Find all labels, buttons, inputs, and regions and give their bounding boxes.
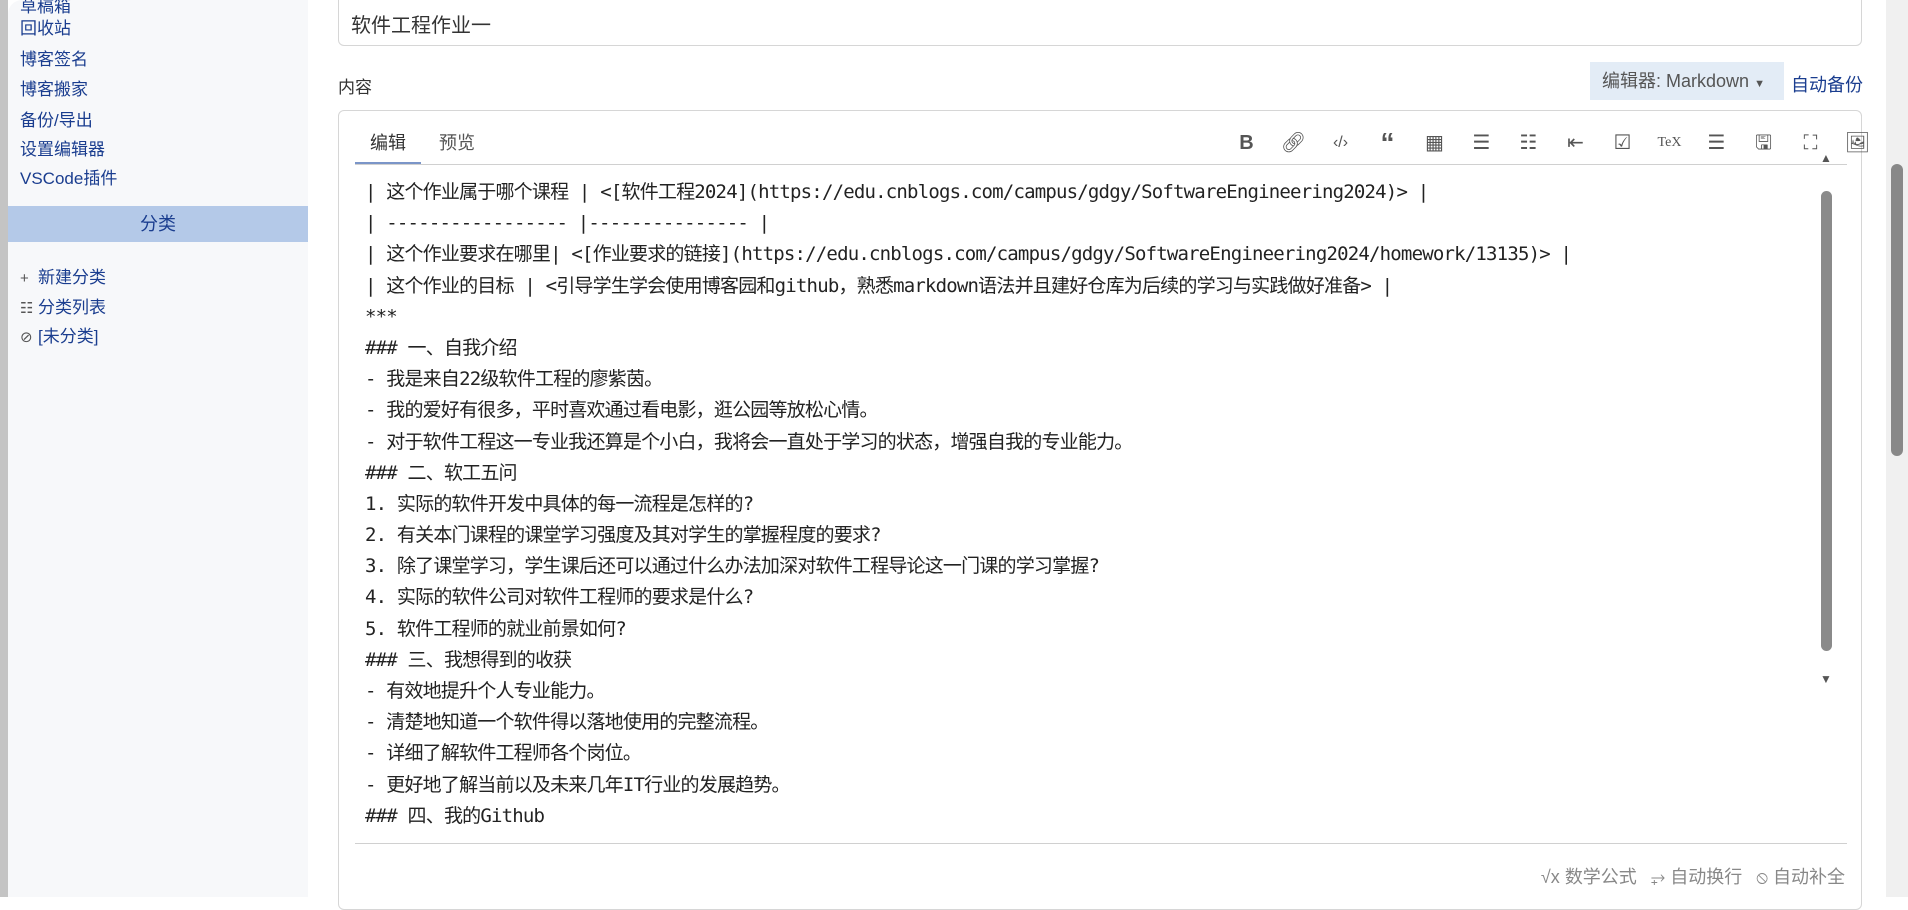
editor-line: | 这个作业要求在哪里| <[作业要求的链接](https://edu.cnbl… bbox=[365, 243, 1572, 266]
ordered-list-icon[interactable]: ☷ bbox=[1505, 129, 1552, 157]
editor-line: 1. 实际的软件开发中具体的每一流程是怎样的? bbox=[365, 492, 754, 515]
editor-line: ### 一、自我介绍 bbox=[365, 336, 518, 359]
editor-scrollbar[interactable]: ▲ ▼ bbox=[1817, 151, 1835, 686]
editor-line: ### 三、我想得到的收获 bbox=[365, 648, 572, 671]
tab-edit[interactable]: 编辑 bbox=[355, 129, 421, 165]
scroll-up-icon[interactable]: ▲ bbox=[1820, 151, 1832, 165]
indent-icon[interactable]: ⇤ bbox=[1552, 129, 1599, 157]
toc-icon[interactable]: ☰ bbox=[1693, 129, 1740, 157]
scrollbar-thumb[interactable] bbox=[1821, 191, 1832, 651]
editor-line: - 我是来自22级软件工程的廖紫茵。 bbox=[365, 368, 663, 391]
link-icon[interactable]: 🔗︎ bbox=[1270, 129, 1317, 157]
editor-line: - 详细了解软件工程师各个岗位。 bbox=[365, 742, 642, 765]
sidebar-item-editor-settings[interactable]: 设置编辑器 bbox=[20, 135, 105, 160]
math-toggle[interactable]: √x 数学公式 bbox=[1541, 863, 1637, 889]
table-icon[interactable]: ▦ bbox=[1411, 129, 1458, 157]
auto-backup-link[interactable]: 自动备份 bbox=[1791, 71, 1863, 97]
uncategorized-link[interactable]: ⊘ [未分类] bbox=[20, 322, 98, 347]
wrap-label: 自动换行 bbox=[1670, 867, 1743, 887]
math-label: 数学公式 bbox=[1564, 867, 1637, 887]
new-category-link[interactable]: + 新建分类 bbox=[20, 263, 106, 288]
sidebar-item-blog-signature[interactable]: 博客签名 bbox=[20, 45, 88, 70]
divider bbox=[355, 164, 1847, 165]
category-list-link[interactable]: ☷ 分类列表 bbox=[20, 293, 106, 318]
editor-line: - 更好地了解当前以及未来几年IT行业的发展趋势。 bbox=[365, 773, 791, 796]
editor-footer: √x 数学公式 ⥅ 自动换行 ⦸ 自动补全 bbox=[1541, 863, 1845, 889]
autocomplete-label: 自动补全 bbox=[1773, 867, 1845, 887]
editor-line: - 有效地提升个人专业能力。 bbox=[365, 680, 605, 702]
content-label: 内容 bbox=[338, 78, 372, 97]
editor-type-select[interactable]: 编辑器: Markdown ▼ bbox=[1590, 62, 1784, 100]
editor-line: - 清楚地知道一个软件得以落地使用的完整流程。 bbox=[365, 711, 769, 734]
page-scrollbar-thumb[interactable] bbox=[1891, 164, 1903, 456]
save-icon[interactable]: 🖫 bbox=[1740, 129, 1787, 157]
category-header: 分类 bbox=[8, 206, 308, 242]
tab-preview[interactable]: 预览 bbox=[439, 129, 475, 155]
uncategorized-label: [未分类] bbox=[38, 327, 99, 346]
sidebar-item-recycle-bin[interactable]: 回收站 bbox=[20, 14, 71, 39]
editor-line: 2. 有关本门课程的课堂学习强度及其对学生的掌握程度的要求? bbox=[365, 524, 882, 547]
autocomplete-off-icon: ⦸ bbox=[1756, 867, 1768, 887]
wrap-toggle[interactable]: ⥅ 自动换行 bbox=[1651, 863, 1742, 889]
editor-line: *** bbox=[365, 305, 398, 328]
divider bbox=[355, 843, 1847, 844]
editor-line: | ----------------- |--------------- | bbox=[365, 212, 770, 235]
editor-line: ### 四、我的Github bbox=[365, 804, 545, 827]
image-icon[interactable]: 🖼︎ bbox=[1834, 129, 1881, 157]
sidebar-item-backup-export[interactable]: 备份/导出 bbox=[20, 106, 93, 131]
tex-icon[interactable]: TeX bbox=[1646, 129, 1693, 157]
folder-off-icon: ⊘ bbox=[20, 329, 33, 346]
sqrt-icon: √x bbox=[1540, 867, 1560, 887]
markdown-editor: 编辑 预览 B 🔗︎ ‹/› “ ▦ ☰ ☷ ⇤ ☑ TeX ☰ 🖫 ⛶ 🖼︎ … bbox=[338, 110, 1870, 910]
editor-line: 3. 除了课堂学习，学生课后还可以通过什么办法加深对软件工程导论这一门课的学习掌… bbox=[365, 555, 1100, 578]
checkbox-icon[interactable]: ☑ bbox=[1599, 129, 1646, 157]
code-icon[interactable]: ‹/› bbox=[1317, 129, 1364, 157]
editor-line: 4. 实际的软件公司对软件工程师的要求是什么? bbox=[365, 586, 754, 609]
editor-textarea[interactable]: | 这个作业属于哪个课程 | <[软件工程2024](https://edu.c… bbox=[365, 177, 1825, 837]
bold-icon[interactable]: B bbox=[1223, 129, 1270, 157]
caret-down-icon: ▼ bbox=[1754, 78, 1765, 90]
editor-toolbar: B 🔗︎ ‹/› “ ▦ ☰ ☷ ⇤ ☑ TeX ☰ 🖫 ⛶ 🖼︎ bbox=[1223, 129, 1881, 157]
editor-line: | 这个作业属于哪个课程 | <[软件工程2024](https://edu.c… bbox=[365, 181, 1429, 203]
list-icon: ☷ bbox=[20, 300, 34, 317]
sidebar-item-blog-migrate[interactable]: 博客搬家 bbox=[20, 75, 88, 100]
wrap-icon: ⥅ bbox=[1650, 867, 1666, 887]
editor-line: - 对于软件工程这一专业我还算是个小白，我将会一直处于学习的状态，增强自我的专业… bbox=[365, 430, 1133, 453]
window-edge bbox=[0, 0, 8, 897]
autocomplete-toggle[interactable]: ⦸ 自动补全 bbox=[1756, 863, 1845, 889]
editor-line: - 我的爱好有很多，平时喜欢通过看电影，逛公园等放松心情。 bbox=[365, 399, 878, 422]
scroll-down-icon[interactable]: ▼ bbox=[1820, 672, 1832, 686]
bullet-list-icon[interactable]: ☰ bbox=[1458, 129, 1505, 157]
sidebar-item-vscode-plugin[interactable]: VSCode插件 bbox=[20, 164, 117, 189]
page-scrollbar[interactable] bbox=[1886, 0, 1908, 897]
editor-line: 5. 软件工程师的就业前景如何? bbox=[365, 617, 627, 640]
title-input[interactable]: 软件工程作业一 bbox=[338, 0, 1862, 46]
quote-icon[interactable]: “ bbox=[1364, 129, 1411, 157]
editor-type-value: 编辑器: Markdown bbox=[1602, 71, 1750, 91]
editor-line: | 这个作业的目标 | <引导学生学会使用博客园和github，熟悉markdo… bbox=[365, 274, 1393, 297]
new-category-label: 新建分类 bbox=[38, 268, 106, 287]
sidebar: 草稿箱 回收站 博客签名 博客搬家 备份/导出 设置编辑器 VSCode插件 分… bbox=[8, 0, 308, 897]
plus-icon: + bbox=[20, 270, 29, 287]
editor-line: ### 二、软工五问 bbox=[365, 461, 518, 484]
category-list-label: 分类列表 bbox=[38, 298, 106, 317]
